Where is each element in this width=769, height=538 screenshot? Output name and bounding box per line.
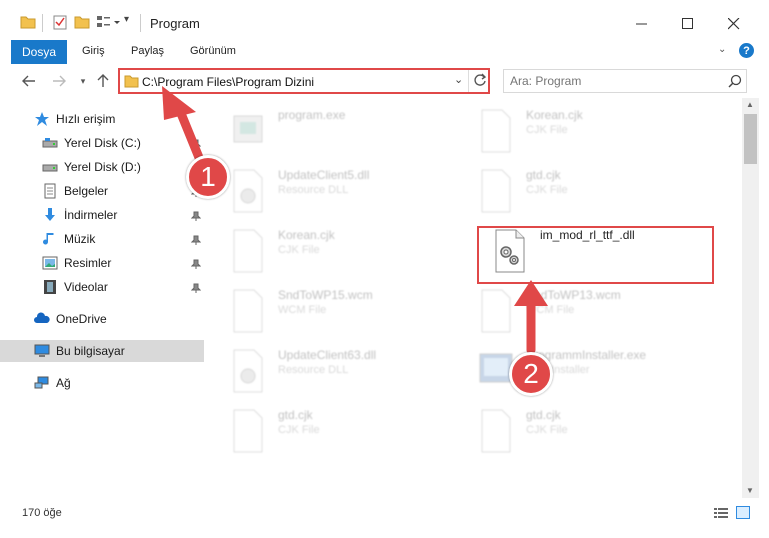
annotation-arrows (162, 86, 548, 355)
step-2-badge: 2 (509, 352, 553, 396)
step-1-badge: 1 (186, 155, 230, 199)
